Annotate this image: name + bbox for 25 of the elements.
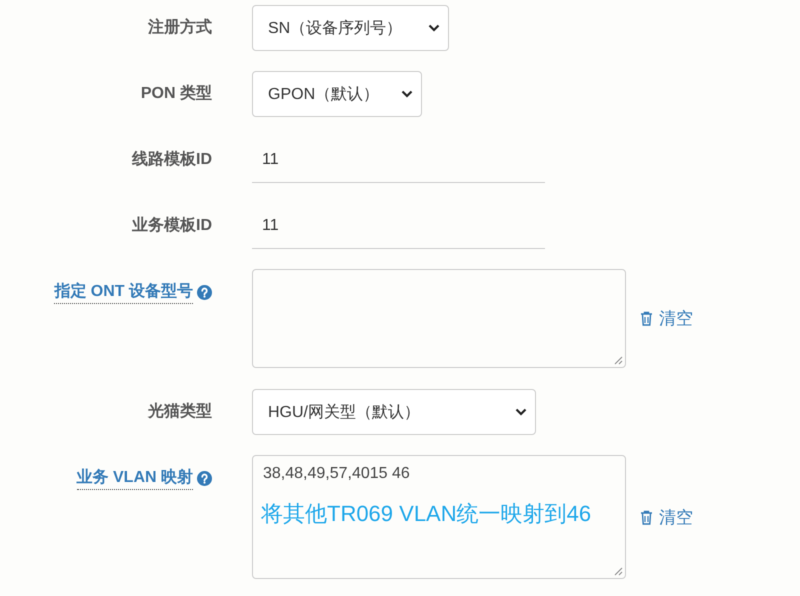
chevron-icon <box>515 408 527 416</box>
field-label: 线路模板ID <box>132 150 212 170</box>
field-label-link[interactable]: 业务 VLAN 映射 <box>76 466 193 490</box>
input-field[interactable]: 11 <box>252 203 545 249</box>
dropdown[interactable]: SN（设备序列号） <box>252 5 449 51</box>
field-label: 业务模板ID <box>132 216 212 236</box>
help-icon <box>197 284 212 300</box>
input-field[interactable]: 11 <box>252 137 545 183</box>
help-icon <box>197 470 212 486</box>
chevron-icon <box>428 24 440 32</box>
trash-icon <box>640 510 653 524</box>
resize-grip-icon <box>614 567 623 576</box>
field-label-link[interactable]: 指定 ONT 设备型号 <box>54 280 193 304</box>
dropdown[interactable]: HGU/网关型（默认） <box>252 389 536 435</box>
chevron-icon <box>401 90 413 98</box>
resize-grip-icon <box>614 356 623 365</box>
clear-button[interactable]: 清空 <box>640 307 693 330</box>
annotation-text: 将其他TR069 VLAN统一映射到46 <box>261 500 592 528</box>
dropdown[interactable]: GPON（默认） <box>252 71 422 117</box>
clear-button[interactable]: 清空 <box>640 506 693 528</box>
field-label: 注册方式 <box>148 17 212 38</box>
text-area[interactable] <box>252 269 626 368</box>
field-label: PON 类型 <box>140 84 212 104</box>
field-label: 光猫类型 <box>148 402 212 422</box>
trash-icon <box>640 311 653 326</box>
